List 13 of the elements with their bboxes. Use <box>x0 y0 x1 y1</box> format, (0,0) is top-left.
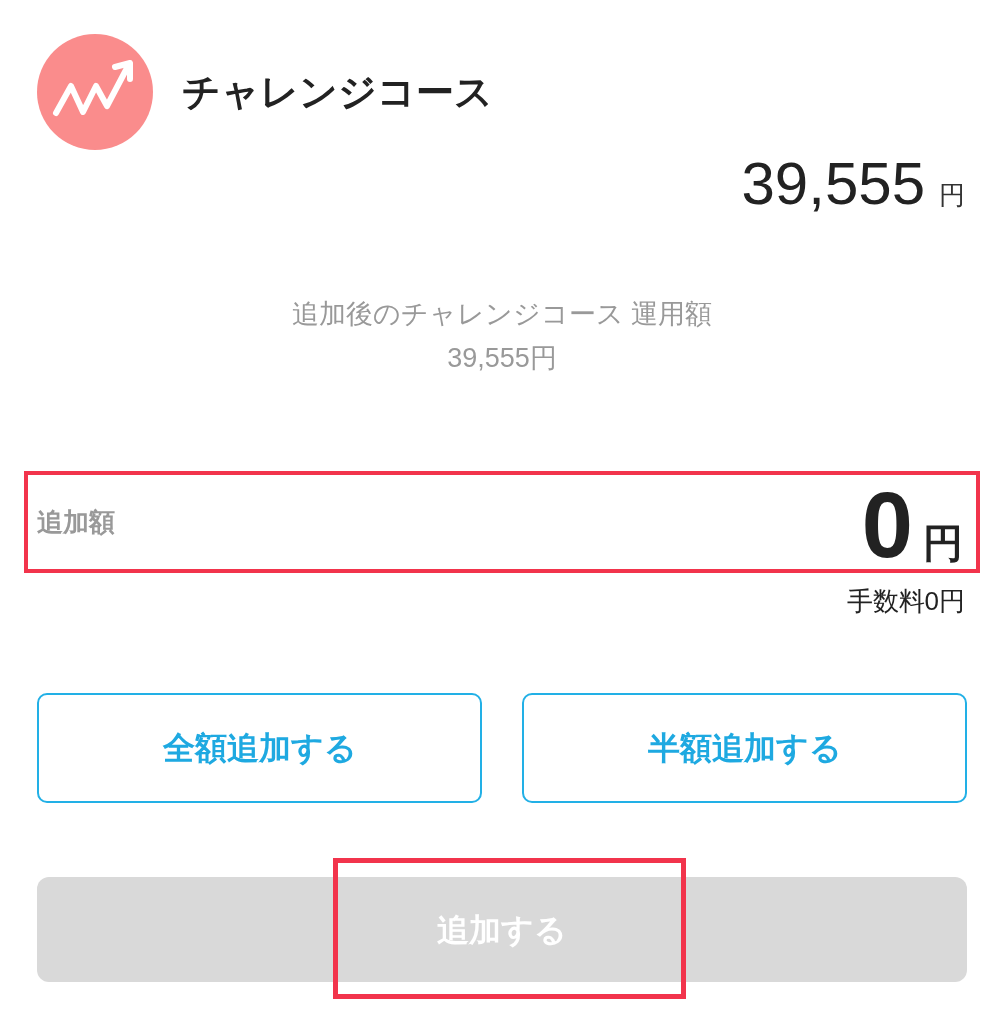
add-amount-button[interactable]: 全額追加する <box>37 693 482 803</box>
trend-chart-icon <box>37 34 153 150</box>
fee-text: 手数料0円 <box>846 585 965 618</box>
amount-field[interactable]: 追加額 0 円 <box>24 471 980 573</box>
currency-unit: 円 <box>939 179 965 212</box>
after-add-amount: 39,555円 <box>447 342 557 375</box>
balance-amount: 39,555 <box>741 154 925 214</box>
amount-value: 0 <box>861 485 913 565</box>
course-title: チャレンジコース <box>182 73 493 111</box>
after-add-label: 追加後のチャレンジコース 運用額 <box>291 298 713 331</box>
add-amount-button[interactable]: 半額追加する <box>522 693 967 803</box>
amount-label: 追加額 <box>37 505 115 539</box>
currency-unit: 円 <box>923 523 963 563</box>
